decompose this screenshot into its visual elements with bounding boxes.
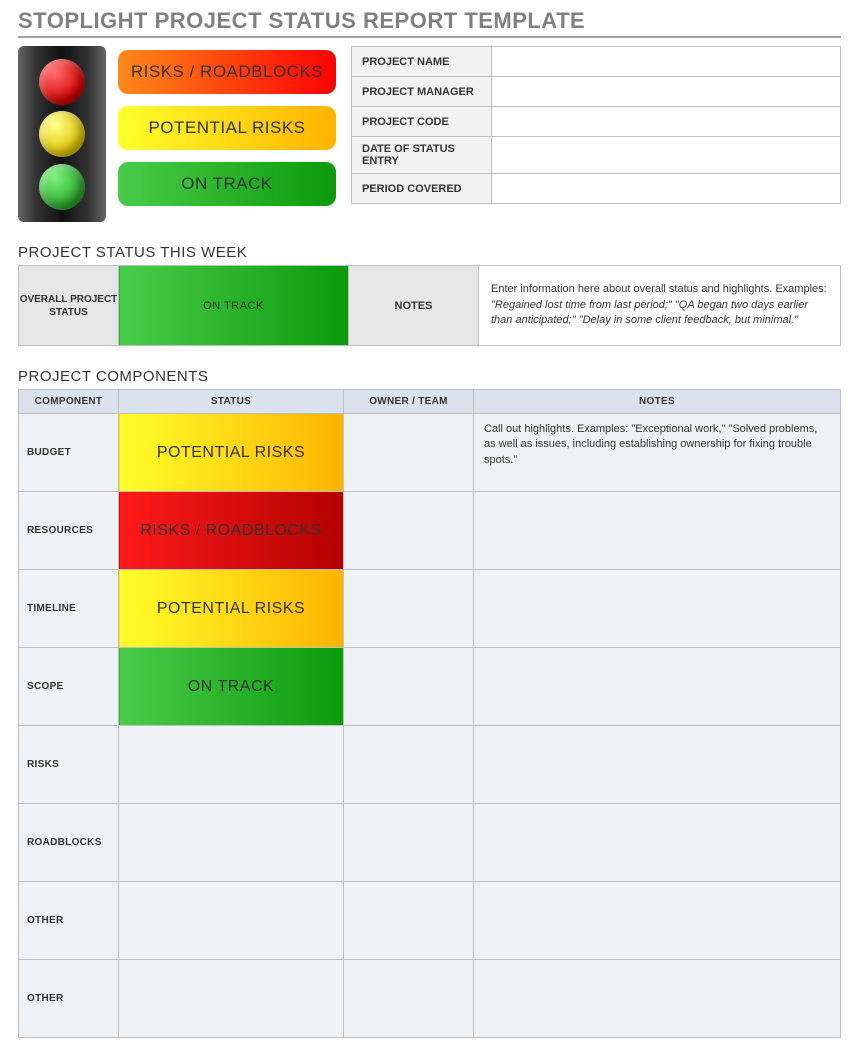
component-owner[interactable] — [344, 882, 474, 960]
info-label: DATE OF STATUS ENTRY — [352, 137, 492, 174]
component-owner[interactable] — [344, 414, 474, 492]
component-owner[interactable] — [344, 804, 474, 882]
col-header-owner: OWNER / TEAM — [344, 390, 474, 414]
component-status[interactable] — [119, 882, 344, 960]
info-value[interactable] — [492, 107, 841, 137]
component-status[interactable]: ON TRACK — [119, 648, 344, 726]
table-row: OTHER — [19, 960, 841, 1038]
component-notes[interactable] — [474, 492, 841, 570]
status-week-table: OVERALL PROJECT STATUS ON TRACK NOTES En… — [18, 265, 841, 346]
component-owner[interactable] — [344, 726, 474, 804]
component-name: BUDGET — [19, 414, 119, 492]
red-light-icon — [39, 59, 85, 105]
title-divider — [18, 36, 841, 38]
component-name: SCOPE — [19, 648, 119, 726]
header-row: RISKS / ROADBLOCKS POTENTIAL RISKS ON TR… — [18, 46, 841, 222]
overall-notes-cell[interactable]: Enter information here about overall sta… — [479, 266, 841, 346]
info-label: PROJECT MANAGER — [352, 77, 492, 107]
info-label: PROJECT NAME — [352, 47, 492, 77]
component-name: RISKS — [19, 726, 119, 804]
status-week-heading: PROJECT STATUS THIS WEEK — [18, 244, 841, 261]
component-owner[interactable] — [344, 960, 474, 1038]
component-status[interactable]: RISKS / ROADBLOCKS — [119, 492, 344, 570]
component-owner[interactable] — [344, 570, 474, 648]
legend-green-pill: ON TRACK — [118, 162, 336, 206]
component-notes[interactable] — [474, 648, 841, 726]
component-status[interactable] — [119, 726, 344, 804]
info-value[interactable] — [492, 77, 841, 107]
component-owner[interactable] — [344, 648, 474, 726]
col-header-component: COMPONENT — [19, 390, 119, 414]
table-row: TIMELINEPOTENTIAL RISKS — [19, 570, 841, 648]
component-notes[interactable] — [474, 570, 841, 648]
overall-status-value[interactable]: ON TRACK — [119, 266, 349, 346]
component-name: RESOURCES — [19, 492, 119, 570]
overall-status-label: OVERALL PROJECT STATUS — [19, 266, 119, 346]
info-label: PERIOD COVERED — [352, 174, 492, 204]
component-notes[interactable] — [474, 960, 841, 1038]
yellow-light-icon — [39, 111, 85, 157]
info-value[interactable] — [492, 174, 841, 204]
component-name: TIMELINE — [19, 570, 119, 648]
component-notes[interactable] — [474, 804, 841, 882]
component-status[interactable]: POTENTIAL RISKS — [119, 414, 344, 492]
table-row: BUDGETPOTENTIAL RISKS Call out highlights… — [19, 414, 841, 492]
components-table: COMPONENT STATUS OWNER / TEAM NOTES BUDG… — [18, 389, 841, 1038]
table-row: OTHER — [19, 882, 841, 960]
info-value[interactable] — [492, 47, 841, 77]
table-row: ROADBLOCKS — [19, 804, 841, 882]
info-label: PROJECT CODE — [352, 107, 492, 137]
component-name: OTHER — [19, 960, 119, 1038]
components-heading: PROJECT COMPONENTS — [18, 368, 841, 385]
table-row: RESOURCESRISKS / ROADBLOCKS — [19, 492, 841, 570]
legend-red-pill: RISKS / ROADBLOCKS — [118, 50, 336, 94]
notes-label: NOTES — [349, 266, 479, 346]
component-notes[interactable] — [474, 726, 841, 804]
component-status[interactable]: POTENTIAL RISKS — [119, 570, 344, 648]
legend: RISKS / ROADBLOCKS POTENTIAL RISKS ON TR… — [118, 46, 336, 206]
component-status[interactable] — [119, 804, 344, 882]
component-status[interactable] — [119, 960, 344, 1038]
col-header-notes: NOTES — [474, 390, 841, 414]
table-row: SCOPEON TRACK — [19, 648, 841, 726]
component-name: OTHER — [19, 882, 119, 960]
component-name: ROADBLOCKS — [19, 804, 119, 882]
col-header-status: STATUS — [119, 390, 344, 414]
legend-yellow-pill: POTENTIAL RISKS — [118, 106, 336, 150]
page-title: STOPLIGHT PROJECT STATUS REPORT TEMPLATE — [18, 8, 841, 34]
stoplight-icon — [18, 46, 106, 222]
project-info-table: PROJECT NAMEPROJECT MANAGERPROJECT CODED… — [351, 46, 841, 204]
component-notes[interactable] — [474, 882, 841, 960]
overall-notes-text: Enter information here about overall sta… — [491, 283, 827, 326]
component-owner[interactable] — [344, 492, 474, 570]
green-light-icon — [39, 164, 85, 210]
component-notes[interactable]: Call out highlights. Examples: "Exceptio… — [474, 414, 841, 492]
table-row: RISKS — [19, 726, 841, 804]
info-value[interactable] — [492, 137, 841, 174]
